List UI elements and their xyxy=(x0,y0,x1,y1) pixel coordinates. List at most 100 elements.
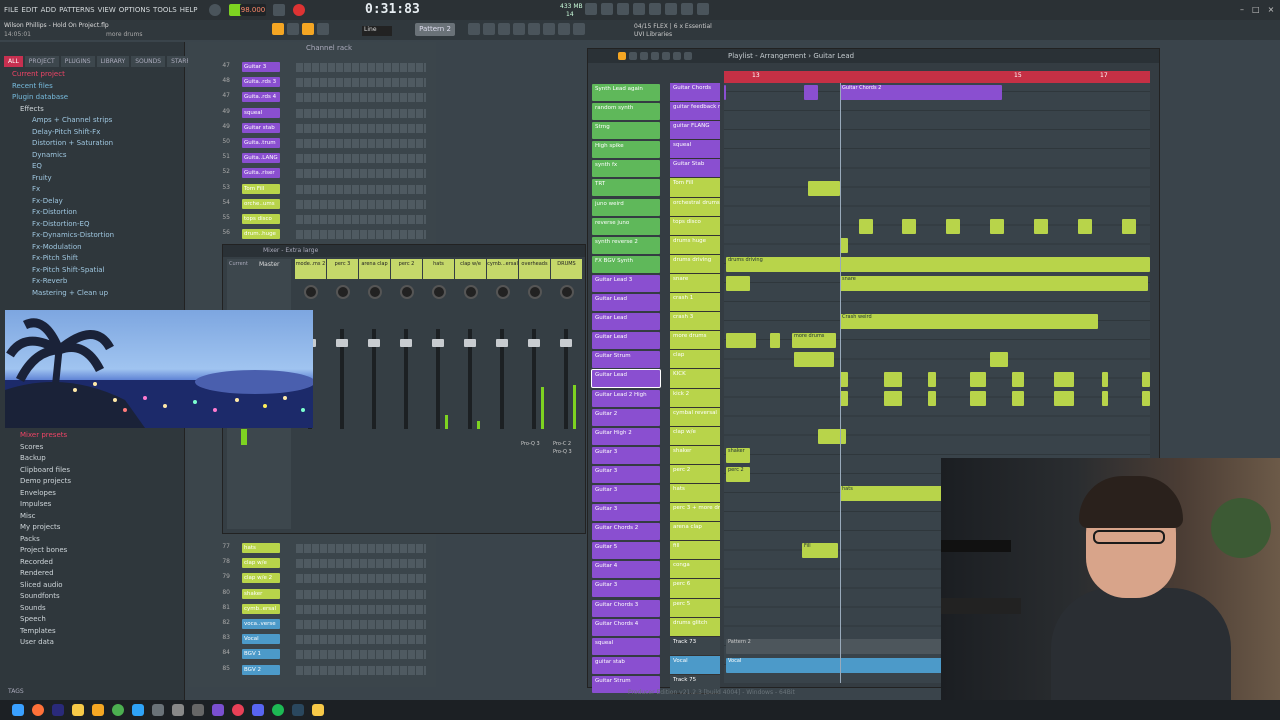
browser-item[interactable]: Fruity xyxy=(0,173,184,185)
browser-item[interactable]: Packs xyxy=(0,534,185,546)
step-sequencer[interactable] xyxy=(296,635,426,645)
playlist-clip[interactable] xyxy=(884,390,902,406)
playlist-clip[interactable]: Crash weird xyxy=(840,314,1098,330)
tempo-display[interactable]: 98.000 xyxy=(240,4,266,16)
channel-row[interactable]: 49 squeal xyxy=(188,107,436,120)
browser-item[interactable]: Misc xyxy=(0,511,185,523)
pattern-picker-item[interactable]: Guitar Chords 4 xyxy=(592,618,660,637)
step-sequencer[interactable] xyxy=(296,574,426,584)
tempo-tap-icon[interactable] xyxy=(558,23,570,35)
browser-icon[interactable] xyxy=(528,23,540,35)
channel-row[interactable]: 77 hats xyxy=(188,543,436,555)
playlist-clip[interactable] xyxy=(1054,371,1074,387)
search-icon[interactable] xyxy=(208,4,221,16)
pattern-picker-item[interactable]: TRT xyxy=(592,178,660,197)
track-header[interactable]: KICK xyxy=(670,369,720,389)
pattern-picker-item[interactable]: FX BGV Synth xyxy=(592,255,660,274)
playlist-clip[interactable] xyxy=(1142,371,1150,387)
browser-item[interactable]: Delay-Pitch Shift-Fx xyxy=(0,127,184,139)
playlist-clip[interactable]: shaker xyxy=(726,447,750,463)
pattern-picker-item[interactable]: random synth xyxy=(592,102,660,121)
pan-knob[interactable] xyxy=(463,285,478,299)
playlist-clip[interactable]: Fill xyxy=(802,543,838,559)
playlist-clip[interactable] xyxy=(970,390,986,406)
plugin-slot-1[interactable]: Pro-Q 3 xyxy=(521,441,540,447)
browser-item[interactable]: Effects xyxy=(0,104,184,116)
pattern-picker-item[interactable]: Guitar 3 xyxy=(592,579,660,598)
browser-item[interactable]: Clipboard files xyxy=(0,465,185,477)
step-sequencer[interactable] xyxy=(296,620,426,629)
browser-item[interactable]: My projects xyxy=(0,522,185,534)
channel-button[interactable]: Guita..rds 3 xyxy=(242,77,280,88)
browser-item[interactable]: Plugin database xyxy=(0,92,184,104)
browser-item[interactable]: Templates xyxy=(0,626,185,638)
mic-icon[interactable] xyxy=(633,3,645,15)
channel-row[interactable]: 52 Guita..riser xyxy=(188,168,436,180)
channel-button[interactable]: drum..huge xyxy=(242,229,280,240)
pan-knob[interactable] xyxy=(559,285,574,299)
browser-item[interactable]: Current project xyxy=(0,69,184,81)
track-header[interactable]: perc 5 xyxy=(670,598,720,618)
track-header[interactable]: perc 3 + more drums xyxy=(670,503,720,523)
maximize-icon[interactable]: □ xyxy=(1252,5,1260,14)
wait-icon[interactable] xyxy=(601,3,613,15)
folder-icon[interactable] xyxy=(312,704,324,716)
browser-item[interactable]: Distortion + Saturation xyxy=(0,138,184,150)
playlist-clip[interactable] xyxy=(1102,390,1108,406)
track-header[interactable]: crash 1 xyxy=(670,293,720,313)
track-header[interactable]: perc 6 xyxy=(670,579,720,599)
step-sequencer[interactable] xyxy=(296,139,426,148)
channel-button[interactable]: Guitar stab xyxy=(242,122,280,133)
playlist-clip[interactable] xyxy=(928,371,936,387)
mixer-strip[interactable]: overheads xyxy=(519,259,550,529)
plugin-icon[interactable] xyxy=(573,23,585,35)
step-sequencer[interactable] xyxy=(296,199,426,209)
track-header[interactable]: hats xyxy=(670,483,720,504)
playlist-clip[interactable] xyxy=(859,218,873,234)
playlist-clip[interactable] xyxy=(946,218,960,234)
channel-row[interactable]: 80 shaker xyxy=(188,588,436,601)
step-sequencer[interactable] xyxy=(296,604,426,614)
channel-row[interactable]: 48 Guita..rds 3 xyxy=(188,77,436,89)
pattern-picker-item[interactable]: Guitar 3 xyxy=(592,465,660,484)
browser-app-icon[interactable] xyxy=(232,704,244,716)
channel-row[interactable]: 53 Tom Fill xyxy=(188,183,436,196)
menu-edit[interactable]: EDIT xyxy=(21,6,37,14)
browser-item[interactable]: User data xyxy=(0,637,185,649)
firefox-icon[interactable] xyxy=(32,704,44,716)
browser-item[interactable]: Scores xyxy=(0,442,185,454)
playlist-clip[interactable] xyxy=(726,333,756,349)
channel-row[interactable]: 85 BGV 2 xyxy=(188,664,436,677)
menu-options[interactable]: OPTIONS xyxy=(119,6,150,14)
download-icon[interactable] xyxy=(697,3,709,15)
link-icon[interactable] xyxy=(302,23,314,35)
vst-icon[interactable] xyxy=(212,704,224,716)
stamp-icon[interactable] xyxy=(317,23,329,35)
volume-fader[interactable] xyxy=(560,339,572,347)
browser-item[interactable]: Recent files xyxy=(0,81,184,93)
playlist-clip[interactable] xyxy=(804,85,818,100)
browser-item[interactable]: Fx-Reverb xyxy=(0,276,184,288)
pattern-picker-item[interactable]: synth reverse 2 xyxy=(592,236,660,255)
settings-icon[interactable] xyxy=(172,704,184,716)
pattern-picker-item[interactable]: Guitar Lead xyxy=(591,369,661,389)
track-header[interactable]: perc 2 xyxy=(670,464,720,484)
track-header[interactable]: drums glitch xyxy=(670,617,720,637)
browser-item[interactable]: Rendered xyxy=(0,568,185,580)
step-sequencer[interactable] xyxy=(296,169,426,179)
pan-knob[interactable] xyxy=(527,285,542,299)
mixer-icon[interactable] xyxy=(498,23,510,35)
browser-item[interactable]: Sounds xyxy=(0,603,185,615)
channel-button[interactable]: orche..ums xyxy=(242,198,280,209)
browser-item[interactable]: Fx xyxy=(0,184,184,196)
browser-item[interactable]: Fx-Delay xyxy=(0,196,184,208)
step-sequencer[interactable] xyxy=(296,93,426,103)
browser-item[interactable]: Sliced audio xyxy=(0,580,185,592)
track-header[interactable]: drums huge xyxy=(670,235,720,255)
playlist-clip[interactable] xyxy=(794,352,834,368)
menu-view[interactable]: VIEW xyxy=(98,6,116,14)
track-header[interactable]: guitar feedback ris xyxy=(670,102,720,122)
track-header[interactable]: fill xyxy=(670,541,720,561)
playlist-clip[interactable]: drums driving xyxy=(726,256,1150,272)
track-header[interactable]: Vocal xyxy=(670,655,720,675)
